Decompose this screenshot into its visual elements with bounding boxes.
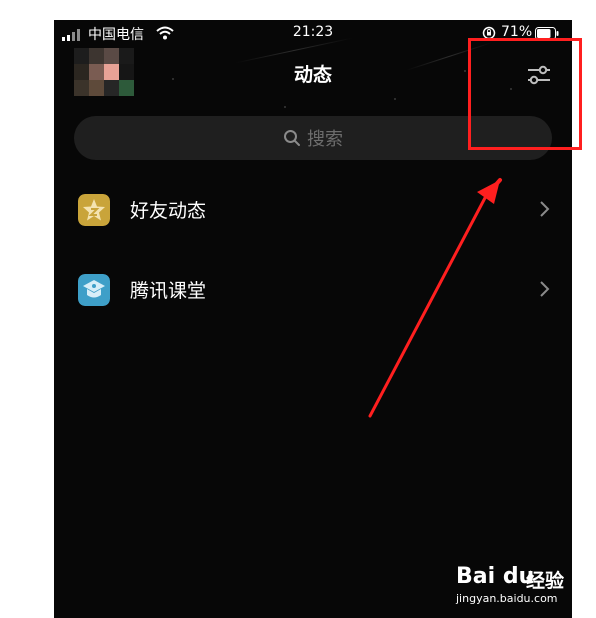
annotation-arrow-icon [368, 178, 502, 418]
baidu-watermark: Bai du 经验 jingyan.baidu.com [456, 562, 576, 612]
watermark-brand: Bai du [456, 564, 535, 589]
watermark-suffix: 经验 [526, 570, 565, 592]
screenshot-stage: 中国电信 21:23 71% 动态 搜索 好友动态 腾讯课堂 Bai du 经验… [0, 0, 596, 618]
watermark-url: jingyan.baidu.com [456, 592, 558, 605]
